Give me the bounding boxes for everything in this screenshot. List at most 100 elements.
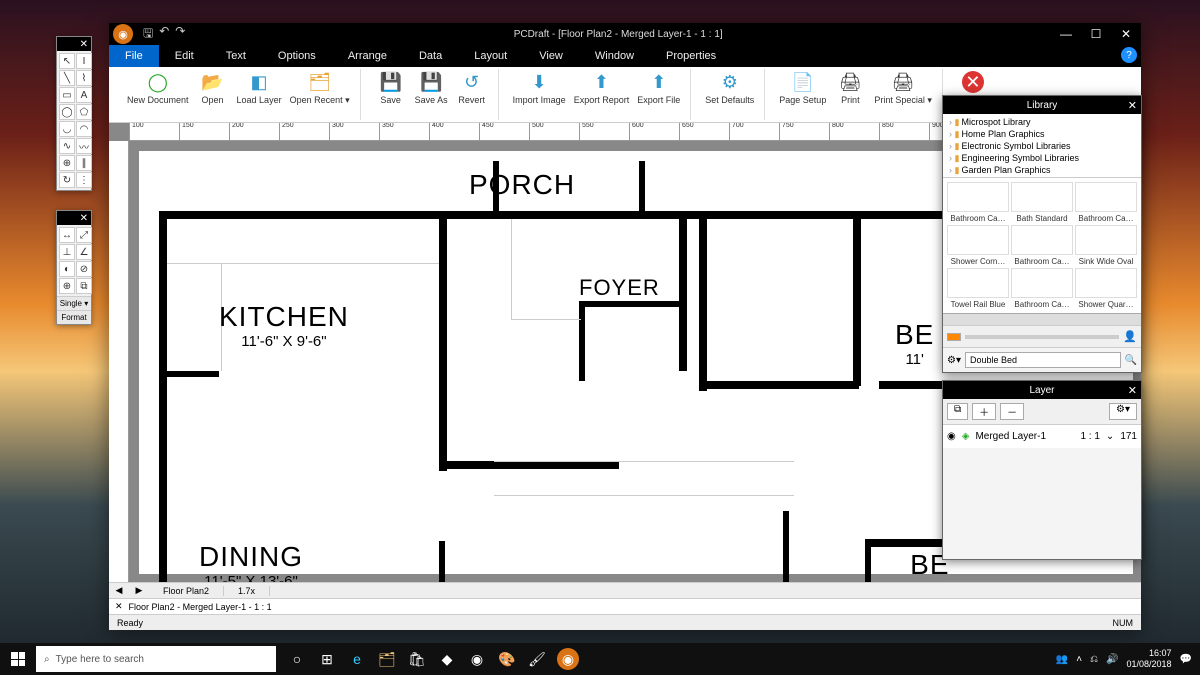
library-panel[interactable]: Library✕ ▮Microspot Library ▮Home Plan G… <box>942 95 1142 373</box>
menu-view[interactable]: View <box>523 45 579 67</box>
notifications-icon[interactable]: 💬 <box>1180 654 1192 665</box>
tray-up-icon[interactable]: ˄ <box>1076 654 1082 665</box>
layer-remove-button[interactable]: － <box>1000 403 1024 420</box>
titlebar[interactable]: ◉ 🖫 ↶ ↷ PCDraft - [Floor Plan2 - Merged … <box>109 23 1141 45</box>
set-defaults-button[interactable]: ⚙Set Defaults <box>701 69 758 120</box>
lib-folder[interactable]: ▮Microspot Library <box>949 116 1135 128</box>
lib-item[interactable]: Shower Quar… <box>1075 268 1137 309</box>
save-button[interactable]: 💾Save <box>371 69 411 120</box>
people-icon[interactable]: 👥 <box>1056 654 1068 665</box>
page-setup-button[interactable]: 📄Page Setup <box>775 69 830 120</box>
print-special-button[interactable]: 🖨Print Special ▾ <box>870 69 936 120</box>
dim-slope[interactable]: ⤢ <box>76 227 92 243</box>
tool-text2[interactable]: A <box>76 87 92 103</box>
layer-add-button[interactable]: ＋ <box>972 403 996 420</box>
dim-mode[interactable]: Single ▾ <box>57 296 91 310</box>
tool-polygon[interactable]: ⬠ <box>76 104 92 120</box>
menu-options[interactable]: Options <box>262 45 332 67</box>
tool-parallel[interactable]: ∥ <box>76 155 92 171</box>
network-icon[interactable]: ⎌ <box>1090 654 1098 665</box>
close-button[interactable]: ✕ <box>1111 23 1141 45</box>
tool-ellipse[interactable]: ◯ <box>59 104 75 120</box>
open-button[interactable]: 📂Open <box>193 69 233 120</box>
layer-merge-button[interactable]: ⧉ <box>947 403 968 420</box>
qat-undo-icon[interactable]: ↶ <box>159 24 169 45</box>
qat-save-icon[interactable]: 🖫 <box>143 24 153 45</box>
store-icon[interactable]: 🛍 <box>402 643 432 675</box>
revert-button[interactable]: ↺Revert <box>452 69 492 120</box>
taskbar-clock[interactable]: 16:0701/08/2018 <box>1127 648 1172 670</box>
export-file-button[interactable]: ⬆Export File <box>633 69 684 120</box>
tool-attr[interactable]: ⋮ <box>76 172 92 188</box>
tool-pointer[interactable]: ↖ <box>59 53 75 69</box>
dimension-palette[interactable]: ✕ ↔⤢ ⊥∠ ◐⊘ ⊕⧉ Single ▾ Format <box>56 210 92 325</box>
menu-file[interactable]: File <box>109 45 159 67</box>
lib-item[interactable]: Towel Rail Blue <box>947 268 1009 309</box>
app1-icon[interactable]: ◆ <box>432 643 462 675</box>
tool-rect[interactable]: ▭ <box>59 87 75 103</box>
document-tab[interactable]: Floor Plan2 - Merged Layer-1 - 1 : 1 <box>129 602 272 612</box>
taskbar[interactable]: ⌕Type here to search ○ ⊞ e 🗂 🛍 ◆ ◉ 🎨 🖌 ◉… <box>0 643 1200 675</box>
menu-layout[interactable]: Layout <box>458 45 523 67</box>
user-icon[interactable]: 👤 <box>1123 330 1137 343</box>
menu-data[interactable]: Data <box>403 45 458 67</box>
dim-angle[interactable]: ∠ <box>76 244 92 260</box>
tab-next[interactable]: ▶ <box>129 585 149 596</box>
layer-scale[interactable]: 1 : 1 <box>1080 431 1099 442</box>
print-button[interactable]: 🖨Print <box>830 69 870 120</box>
search-icon[interactable]: 🔍 <box>1125 355 1137 366</box>
lib-folder[interactable]: ▮Engineering Symbol Libraries <box>949 152 1135 164</box>
pcdraft-taskbar-icon[interactable]: ◉ <box>557 648 579 670</box>
explorer-icon[interactable]: 🗂 <box>372 643 402 675</box>
help-icon[interactable]: ? <box>1121 47 1137 63</box>
export-report-button[interactable]: ⬆Export Report <box>570 69 634 120</box>
tool-freehand[interactable]: ∿ <box>59 138 75 154</box>
tool-line[interactable]: ╲ <box>59 70 75 86</box>
menu-text[interactable]: Text <box>210 45 262 67</box>
load-layer-button[interactable]: ◧Load Layer <box>233 69 286 120</box>
lib-item[interactable]: Bathroom Ca… <box>1075 182 1137 223</box>
tool-marker[interactable]: ⊕ <box>59 155 75 171</box>
layer-gear-button[interactable]: ⚙▾ <box>1109 403 1137 420</box>
lib-item[interactable]: Shower Corn… <box>947 225 1009 266</box>
lib-item[interactable]: Bathroom Ca… <box>1011 268 1073 309</box>
library-grid[interactable]: Bathroom Ca… Bath Standard Bathroom Ca… … <box>943 178 1141 313</box>
taskbar-search[interactable]: ⌕Type here to search <box>36 646 276 672</box>
edge-icon[interactable]: e <box>342 643 372 675</box>
library-search-input[interactable] <box>965 352 1121 368</box>
start-button[interactable] <box>0 643 36 675</box>
menu-properties[interactable]: Properties <box>650 45 732 67</box>
doc-tab[interactable]: Floor Plan2 <box>149 586 224 596</box>
dim-center[interactable]: ⊕ <box>59 278 75 294</box>
tool-bezier[interactable]: 〰 <box>76 138 92 154</box>
chrome-icon[interactable]: ◉ <box>462 643 492 675</box>
volume-icon[interactable]: 🔊 <box>1106 654 1118 665</box>
tool-rotate[interactable]: ↻ <box>59 172 75 188</box>
import-image-button[interactable]: ⬇Import Image <box>509 69 570 120</box>
layer-close-icon[interactable]: ✕ <box>1128 384 1137 397</box>
dim-perp[interactable]: ⊥ <box>59 244 75 260</box>
tab-prev[interactable]: ◀ <box>109 585 129 596</box>
layer-row[interactable]: ◉ ◈ Merged Layer-1 1 : 1 ⌄ 171 <box>947 429 1137 444</box>
lib-item[interactable]: Bathroom Ca… <box>1011 225 1073 266</box>
maximize-button[interactable]: ☐ <box>1081 23 1111 45</box>
dim-format[interactable]: Format <box>57 310 91 324</box>
lib-item[interactable]: Sink Wide Oval <box>1075 225 1137 266</box>
dim-diameter[interactable]: ⊘ <box>76 261 92 277</box>
dim-chain[interactable]: ⧉ <box>76 278 92 294</box>
taskview-icon[interactable]: ⊞ <box>312 643 342 675</box>
library-close-icon[interactable]: ✕ <box>1128 99 1137 112</box>
dim-radius[interactable]: ◐ <box>59 261 75 277</box>
palette2-close-icon[interactable]: ✕ <box>77 213 91 224</box>
lib-folder[interactable]: ▮Electronic Symbol Libraries <box>949 140 1135 152</box>
app3-icon[interactable]: 🖌 <box>522 643 552 675</box>
gear-icon[interactable]: ⚙▾ <box>947 355 961 366</box>
tool-polyline[interactable]: ⌇ <box>76 70 92 86</box>
new-document-button[interactable]: ◯New Document <box>123 69 193 120</box>
lib-item[interactable]: Bathroom Ca… <box>947 182 1009 223</box>
visibility-icon[interactable]: ◉ <box>947 431 956 442</box>
app2-icon[interactable]: 🎨 <box>492 643 522 675</box>
tool-arc2[interactable]: ◠ <box>76 121 92 137</box>
thumb-size-slider[interactable] <box>965 335 1119 339</box>
layer-panel[interactable]: Layer✕ ⧉ ＋ － ⚙▾ ◉ ◈ Merged Layer-1 1 : 1… <box>942 380 1142 560</box>
